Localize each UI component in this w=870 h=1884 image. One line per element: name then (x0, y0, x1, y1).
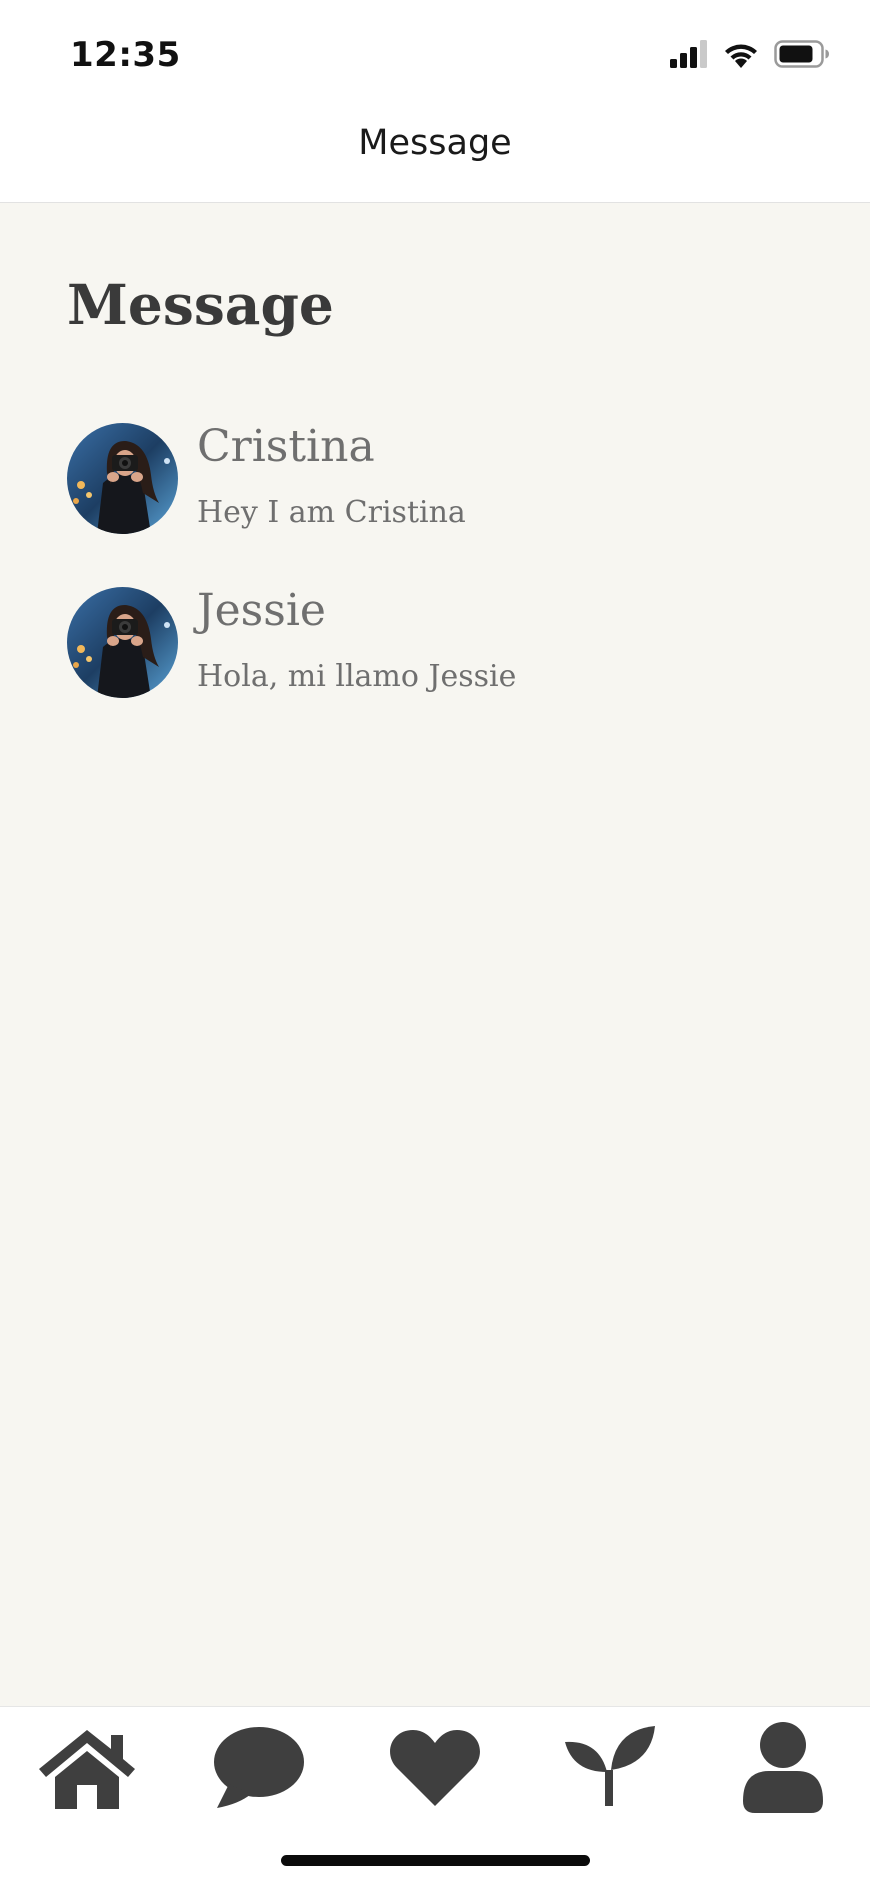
signal-icon (670, 40, 708, 73)
tab-home[interactable] (32, 1719, 142, 1819)
person-icon (741, 1721, 825, 1818)
message-preview: Hola, mi llamo Jessie (197, 659, 517, 694)
contact-name: Jessie (197, 585, 326, 636)
tab-profile[interactable] (728, 1719, 838, 1819)
conversation-list: Cristina Hey I am Cristina Jessie Hola, … (67, 421, 827, 751)
avatar (67, 587, 178, 698)
contact-name: Cristina (197, 421, 375, 472)
status-bar: 12:35 (0, 0, 870, 110)
home-icon (35, 1725, 139, 1814)
navigation-bar: Message (0, 110, 870, 203)
tab-growth[interactable] (554, 1719, 664, 1819)
tab-bar (0, 1706, 870, 1884)
sprout-icon (563, 1725, 655, 1813)
avatar (67, 423, 178, 534)
home-indicator (281, 1855, 590, 1866)
conversation-item[interactable]: Jessie Hola, mi llamo Jessie (67, 585, 827, 699)
heart-icon (389, 1726, 481, 1813)
status-icons (670, 40, 830, 73)
conversation-item[interactable]: Cristina Hey I am Cristina (67, 421, 827, 535)
chat-icon (213, 1726, 305, 1813)
nav-title: Message (358, 123, 512, 163)
battery-icon (774, 40, 830, 73)
page-title: Message (67, 272, 334, 337)
tab-messages[interactable] (204, 1719, 314, 1819)
status-time: 12:35 (70, 35, 181, 75)
wifi-icon (722, 40, 760, 73)
tab-favorites[interactable] (380, 1719, 490, 1819)
message-preview: Hey I am Cristina (197, 495, 466, 530)
